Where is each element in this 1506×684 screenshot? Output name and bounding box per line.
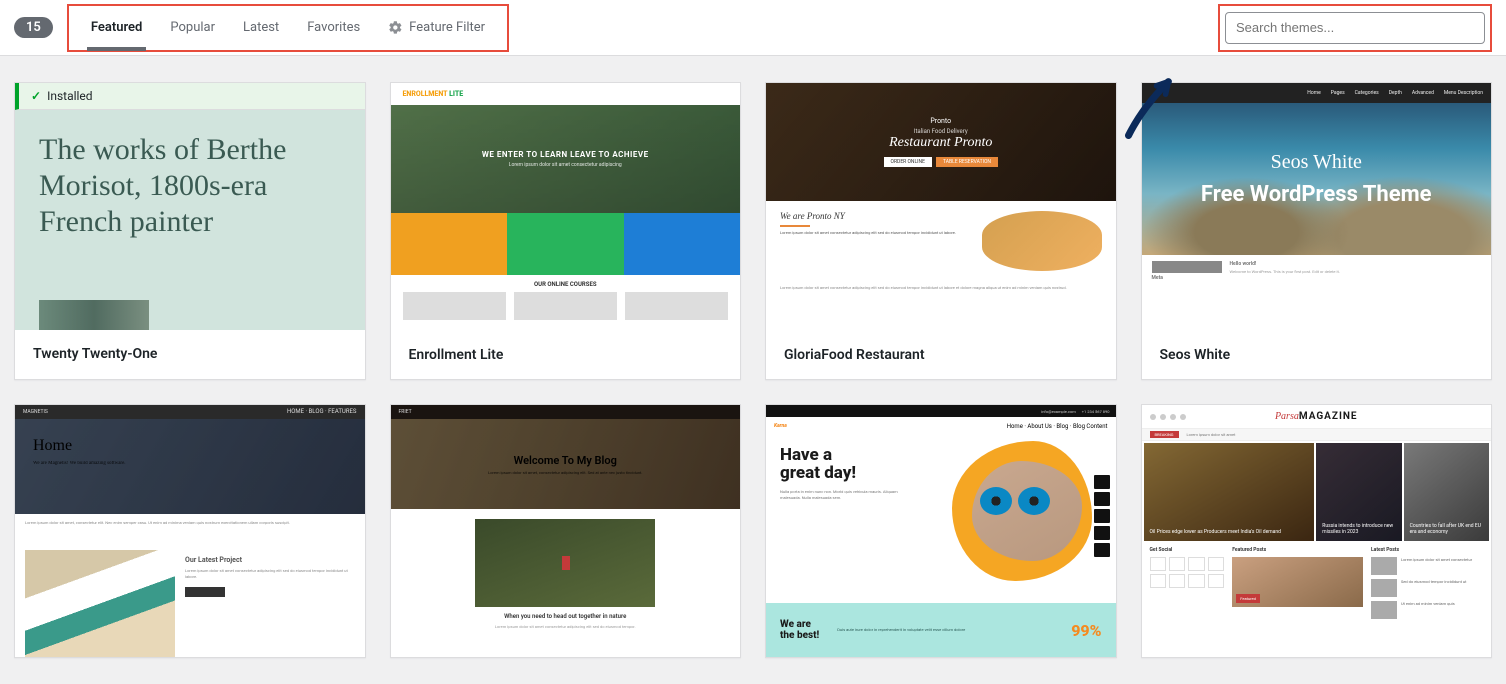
theme-thumbnail: MAGNETISHOME · BLOG · FEATURES Home We a… xyxy=(15,405,365,657)
mock-food-image xyxy=(982,211,1102,271)
theme-thumbnail: FRIET Welcome To My Blog Lorem ipsum dol… xyxy=(391,405,741,657)
mock-hero-blob xyxy=(952,441,1092,581)
tab-popular[interactable]: Popular xyxy=(156,7,229,49)
theme-card-gloriafood[interactable]: Pronto Italian Food Delivery Restaurant … xyxy=(765,82,1117,380)
thumb-headline: The works of Berthe Morisot, 1800s-era F… xyxy=(39,132,341,240)
theme-name: Enrollment Lite xyxy=(391,331,741,379)
theme-card-parsa-magazine[interactable]: ParsaMAGAZINE BREAKINGLorem ipsum dolor … xyxy=(1141,404,1493,658)
filter-tabs-highlight: Featured Popular Latest Favorites Featur… xyxy=(67,4,509,52)
mock-hero: Home We are Magnetis! We build amazing s… xyxy=(15,419,365,514)
theme-thumbnail: ParsaMAGAZINE BREAKINGLorem ipsum dolor … xyxy=(1142,405,1492,657)
theme-card-twentytwentyone[interactable]: ✓ Installed The works of Berthe Morisot,… xyxy=(14,82,366,380)
mock-banner: We arethe best! Duis aute irure dolor in… xyxy=(766,603,1116,657)
theme-thumbnail: HomePagesCategoriesDepthAdvancedMenu Des… xyxy=(1142,83,1492,331)
theme-card-magnetis[interactable]: MAGNETISHOME · BLOG · FEATURES Home We a… xyxy=(14,404,366,658)
mock-topbar: info@example.com+1 234 567 890 xyxy=(766,405,1116,417)
tab-latest[interactable]: Latest xyxy=(229,7,293,49)
mock-logo-bar: ParsaMAGAZINE xyxy=(1142,405,1492,429)
mock-header: FRIET xyxy=(391,405,741,419)
installed-label: Installed xyxy=(47,89,93,103)
mock-header: KarnaHome · About Us · Blog · Blog Conte… xyxy=(766,417,1116,435)
theme-browser-toolbar: 15 Featured Popular Latest Favorites Fea… xyxy=(0,0,1506,56)
tab-favorites[interactable]: Favorites xyxy=(293,7,374,49)
mock-nav: BREAKINGLorem ipsum dolor sit amet xyxy=(1142,429,1492,441)
thumb-image-strip xyxy=(39,300,149,330)
mock-courses: OUR ONLINE COURSES xyxy=(391,275,741,331)
theme-card-seos-white[interactable]: HomePagesCategoriesDepthAdvancedMenu Des… xyxy=(1141,82,1493,380)
theme-thumbnail: The works of Berthe Morisot, 1800s-era F… xyxy=(15,110,365,330)
mock-hero: Have agreat day! Nulla porta in enim nun… xyxy=(766,435,1116,603)
mock-feature-boxes xyxy=(391,213,741,275)
theme-name: Seos White xyxy=(1142,331,1492,379)
mock-hero: Seos White Free WordPress Theme xyxy=(1142,103,1492,255)
mock-post-image xyxy=(475,519,655,607)
mock-hero: Pronto Italian Food Delivery Restaurant … xyxy=(766,83,1116,201)
mock-nav: HomePagesCategoriesDepthAdvancedMenu Des… xyxy=(1142,83,1492,103)
theme-thumbnail: info@example.com+1 234 567 890 KarnaHome… xyxy=(766,405,1116,657)
installed-banner: ✓ Installed xyxy=(15,83,365,110)
mock-header: ENROLLMENT LITE xyxy=(391,83,741,105)
theme-name: GloriaFood Restaurant xyxy=(766,331,1116,379)
tab-featured[interactable]: Featured xyxy=(77,7,157,49)
mock-social-icons xyxy=(1150,414,1186,420)
annotation-arrow-icon xyxy=(1118,69,1188,139)
tab-feature-filter[interactable]: Feature Filter xyxy=(374,7,499,49)
theme-name: Twenty Twenty-One xyxy=(15,330,365,378)
theme-card-karna[interactable]: info@example.com+1 234 567 890 KarnaHome… xyxy=(765,404,1117,658)
mock-social-icons xyxy=(1094,475,1110,557)
theme-card-friet[interactable]: FRIET Welcome To My Blog Lorem ipsum dol… xyxy=(390,404,742,658)
search-highlight xyxy=(1218,4,1492,52)
mock-header: MAGNETISHOME · BLOG · FEATURES xyxy=(15,405,365,419)
search-input[interactable] xyxy=(1225,12,1485,44)
theme-grid: ✓ Installed The works of Berthe Morisot,… xyxy=(0,56,1506,684)
gear-icon xyxy=(388,20,403,35)
theme-count-badge: 15 xyxy=(14,17,53,38)
mock-hero: WE ENTER TO LEARN LEAVE TO ACHIEVE Lorem… xyxy=(391,105,741,213)
mock-sidebar-area: Meta Hello world!Welcome to WordPress. T… xyxy=(1142,255,1492,331)
theme-thumbnail: ENROLLMENT LITE WE ENTER TO LEARN LEAVE … xyxy=(391,83,741,331)
theme-card-enrollment-lite[interactable]: ENROLLMENT LITE WE ENTER TO LEARN LEAVE … xyxy=(390,82,742,380)
mock-mid: We are Pronto NYLorem ipsum dolor sit am… xyxy=(766,201,1116,281)
check-icon: ✓ xyxy=(31,89,41,103)
theme-thumbnail: Pronto Italian Food Delivery Restaurant … xyxy=(766,83,1116,331)
mock-hero: Welcome To My Blog Lorem ipsum dolor sit… xyxy=(391,419,741,509)
mock-hero-grid: Oil Prices edge lower as Producers meet … xyxy=(1142,441,1492,543)
mock-columns: Get Social Featured Posts Featured Lates… xyxy=(1142,543,1492,657)
mock-project-image xyxy=(25,550,175,657)
